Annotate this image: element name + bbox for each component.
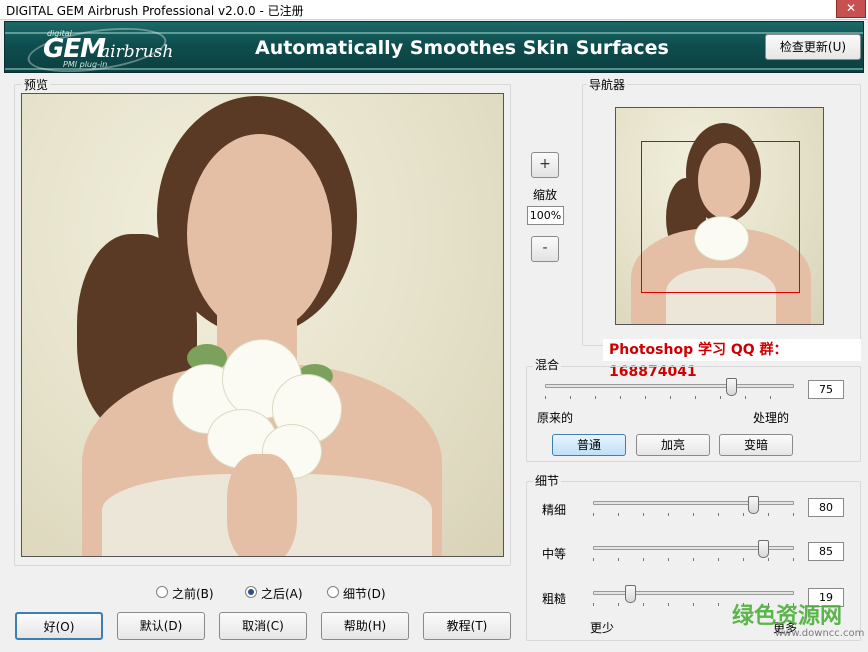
ok-button[interactable]: 好(O) xyxy=(15,612,103,640)
zoom-in-button[interactable]: + xyxy=(531,152,559,178)
detail-label: 细节 xyxy=(533,472,562,489)
blend-left-label: 原来的 xyxy=(537,411,574,425)
banner-stripe xyxy=(5,68,863,70)
view-after-label[interactable]: 之后(A) xyxy=(261,585,303,602)
view-detail-radio[interactable] xyxy=(327,586,339,598)
detail-medium-thumb[interactable] xyxy=(757,540,769,558)
tutorial-button[interactable]: 教程(T) xyxy=(423,612,511,640)
mode-darken-button[interactable]: 变暗 xyxy=(719,434,793,456)
detail-fine-value-field[interactable]: 80 xyxy=(808,498,844,517)
detail-medium-label: 中等 xyxy=(542,547,567,561)
detail-coarse-thumb[interactable] xyxy=(625,585,637,603)
mode-lighten-button[interactable]: 加亮 xyxy=(636,434,710,456)
blend-right-label: 处理的 xyxy=(753,411,790,425)
blend-label: 混合 xyxy=(533,356,562,373)
check-update-button[interactable]: 检查更新(U) xyxy=(765,34,861,60)
window-title: DIGITAL GEM Airbrush Professional v2.0.0… xyxy=(6,4,304,18)
blend-slider-track[interactable] xyxy=(545,384,794,388)
view-before-label[interactable]: 之前(B) xyxy=(172,585,214,602)
navigator-thumbnail[interactable] xyxy=(615,107,824,325)
default-button[interactable]: 默认(D) xyxy=(117,612,205,640)
cancel-button[interactable]: 取消(C) xyxy=(219,612,307,640)
site-watermark-text: 绿色资源网 xyxy=(732,604,843,629)
preview-image[interactable] xyxy=(21,93,504,557)
view-after-radio[interactable] xyxy=(245,586,257,598)
navigator-label: 导航器 xyxy=(587,76,628,93)
detail-fine-label: 精细 xyxy=(542,503,567,517)
zoom-label: 缩放 xyxy=(533,188,558,202)
banner-tagline: Automatically Smoothes Skin Surfaces xyxy=(255,37,669,59)
qq-watermark-text: Photoshop 学习 QQ 群：168874041 xyxy=(603,339,861,380)
zoom-out-button[interactable]: - xyxy=(531,236,559,262)
blend-slider-thumb[interactable] xyxy=(725,378,737,396)
mode-normal-button[interactable]: 普通 xyxy=(552,434,626,456)
header-banner: digital GEM airbrush PMI plug-in Automat… xyxy=(4,21,864,73)
zoom-value-field[interactable]: 100% xyxy=(527,206,564,225)
help-button[interactable]: 帮助(H) xyxy=(321,612,409,640)
navigator-viewport-rect[interactable] xyxy=(641,141,800,293)
title-bar: DIGITAL GEM Airbrush Professional v2.0.0… xyxy=(0,0,868,20)
detail-fine-ticks xyxy=(593,513,795,516)
photo-hands xyxy=(227,454,297,556)
close-window-button[interactable]: ✕ xyxy=(836,0,866,18)
detail-coarse-track[interactable] xyxy=(593,591,794,595)
site-watermark-url: www.downcc.com xyxy=(775,628,865,639)
detail-medium-value-field[interactable]: 85 xyxy=(808,542,844,561)
detail-medium-ticks xyxy=(593,558,795,561)
detail-fine-thumb[interactable] xyxy=(747,496,759,514)
blend-value-field[interactable]: 75 xyxy=(808,380,844,399)
blend-slider-ticks xyxy=(545,396,795,399)
detail-coarse-label: 粗糙 xyxy=(542,592,567,606)
view-before-radio[interactable] xyxy=(156,586,168,598)
logo-airbrush-text: airbrush xyxy=(100,42,174,62)
view-detail-label[interactable]: 细节(D) xyxy=(343,585,386,602)
detail-fine-track[interactable] xyxy=(593,501,794,505)
preview-label: 预览 xyxy=(22,76,51,93)
logo-plugin-text: PMI plug-in xyxy=(63,60,108,69)
detail-less-label: 更少 xyxy=(590,621,615,635)
